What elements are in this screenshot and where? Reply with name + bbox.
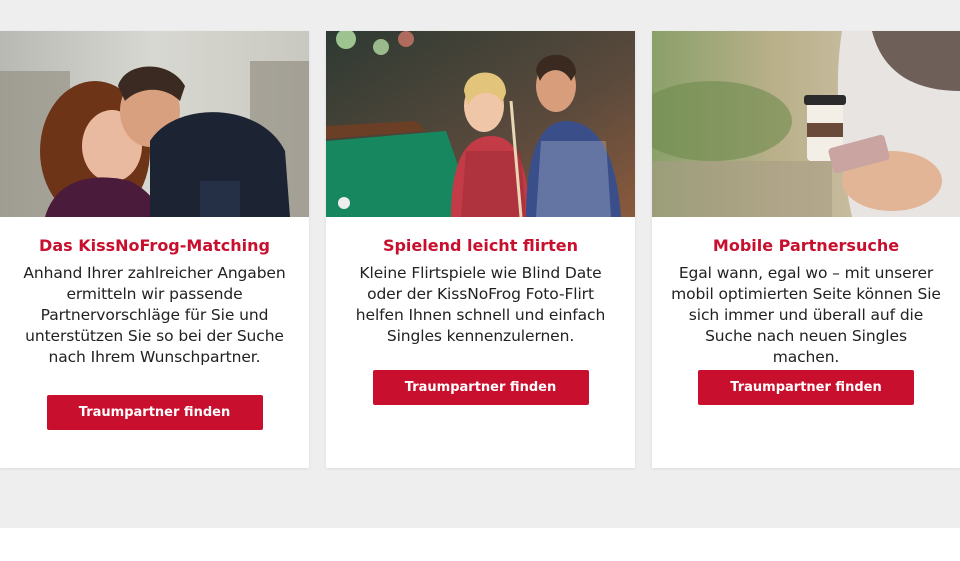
find-partner-button[interactable]: Traumpartner finden — [372, 370, 589, 405]
card-title: Das KissNoFrog-Matching — [39, 236, 270, 255]
card-description: Anhand Ihrer zahlreicher Angaben ermitte… — [23, 264, 286, 366]
woman-with-smartphone-photo — [652, 31, 960, 217]
couple-flirting-billiards-photo — [326, 31, 635, 217]
card-description: Kleine Flirtspiele wie Blind Date oder d… — [355, 264, 606, 345]
couple-embracing-photo — [0, 31, 309, 217]
find-partner-button[interactable]: Traumpartner finden — [698, 370, 914, 405]
card-title: Spielend leicht flirten — [382, 236, 579, 255]
card-title: Mobile Partnersuche — [712, 236, 900, 255]
features-section: Das KissNoFrog-Matching Anhand Ihrer zah… — [0, 0, 960, 528]
footer-strip — [0, 528, 960, 561]
feature-card-mobile: Mobile Partnersuche Egal wann, egal wo –… — [652, 31, 960, 468]
card-description: Egal wann, egal wo – mit unserer mobil o… — [671, 264, 941, 366]
feature-card-matching: Das KissNoFrog-Matching Anhand Ihrer zah… — [0, 31, 309, 468]
find-partner-button[interactable]: Traumpartner finden — [46, 395, 263, 430]
feature-card-flirting: Spielend leicht flirten Kleine Flirtspie… — [326, 31, 635, 468]
